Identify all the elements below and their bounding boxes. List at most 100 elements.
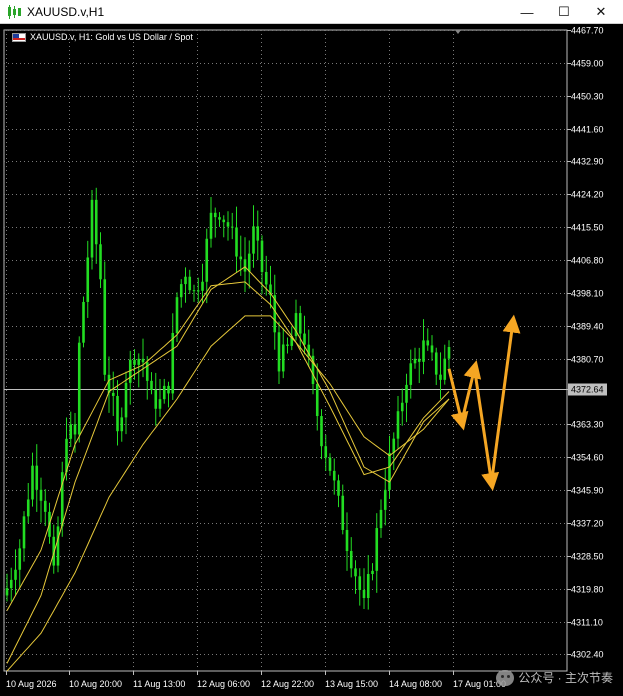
chart-label-text: XAUUSD.v, H1: Gold vs US Dollar / Spot	[30, 32, 193, 42]
x-tick-label: 10 Aug 20:00	[69, 679, 122, 689]
candle-body	[426, 340, 430, 346]
candle-body	[94, 199, 98, 245]
candle-body	[375, 528, 379, 571]
candle-body	[5, 588, 9, 596]
forecast-arrow	[473, 368, 500, 492]
candle-body	[315, 383, 319, 417]
candle-body	[116, 395, 119, 432]
y-tick-label: 4328.50	[571, 552, 604, 562]
y-tick-label: 4424.20	[571, 190, 604, 200]
y-tick-label: 4450.30	[571, 92, 604, 102]
y-tick-label: 4389.40	[571, 322, 604, 332]
candle-body	[167, 385, 170, 394]
window-title: XAUUSD.v,H1	[27, 5, 105, 19]
price-chart[interactable]: 4467.70 4459.00 4450.30 4441.60 4432.90 4424.…	[0, 25, 623, 696]
watermark-text: 公众号 · 主次节奏	[518, 671, 613, 685]
candle-body	[9, 579, 13, 589]
flag-icon	[12, 32, 26, 42]
candle-body	[141, 358, 145, 363]
candle-body	[209, 212, 213, 239]
candle-body	[150, 380, 153, 391]
candle-body	[243, 259, 247, 272]
candle-body	[26, 499, 30, 517]
candle-body	[69, 424, 73, 439]
candle-body	[332, 470, 336, 481]
candle-body	[366, 574, 370, 599]
candle-body	[388, 452, 391, 490]
candle-body	[205, 238, 209, 282]
candle-body	[39, 489, 43, 501]
y-tick-label: 4415.50	[571, 223, 604, 233]
candle-body	[430, 345, 434, 353]
chart-area[interactable]: 4467.70 4459.00 4450.30 4441.60 4432.90 4424.…	[0, 25, 623, 696]
candle-body	[256, 226, 260, 241]
candle-body	[443, 358, 447, 380]
candle-body	[400, 402, 404, 412]
candle-body	[14, 569, 17, 580]
candle-body	[111, 392, 115, 396]
candle-body	[137, 358, 141, 365]
candle-body	[337, 480, 340, 496]
y-tick-label: 4363.30	[571, 420, 604, 430]
candle-body	[192, 290, 196, 292]
y-tick-label: 4302.40	[571, 650, 604, 660]
candle-body	[82, 301, 85, 343]
candle-body	[99, 244, 102, 280]
candle-body	[86, 257, 90, 302]
candle-body	[124, 382, 128, 418]
candle-body	[90, 199, 94, 258]
x-tick-label: 14 Aug 08:00	[389, 679, 442, 689]
candle-body	[239, 256, 243, 260]
candle-body	[22, 516, 26, 549]
candle-body	[277, 332, 281, 372]
candle-body	[196, 290, 200, 292]
candle-body	[392, 438, 396, 453]
y-tick-label: 4398.10	[571, 289, 604, 299]
candle-body	[77, 342, 81, 435]
candle-body	[362, 589, 366, 599]
candle-body	[201, 281, 204, 291]
candle-body	[303, 333, 306, 345]
minimize-button[interactable]: —	[513, 3, 541, 21]
forecast-arrow	[460, 360, 482, 423]
candle-body	[226, 222, 230, 227]
candle-body	[286, 344, 289, 346]
moving-average-3	[6, 315, 450, 672]
candle-body	[56, 526, 60, 566]
candle-body	[341, 495, 345, 530]
candle-body	[281, 344, 285, 372]
close-button[interactable]: ✕	[587, 3, 615, 21]
candle-body	[371, 570, 374, 575]
y-tick-label: 4380.70	[571, 355, 604, 365]
candlestick-icon	[8, 5, 21, 19]
y-tick-label: 4354.60	[571, 453, 604, 463]
watermark: 公众号 · 主次节奏	[496, 669, 613, 686]
candle-body	[184, 276, 187, 285]
candle-body	[260, 240, 264, 272]
candle-body	[222, 219, 226, 223]
candle-body	[162, 385, 166, 400]
y-tick-label: 4467.70	[571, 26, 604, 36]
candle-body	[422, 340, 425, 362]
maximize-button[interactable]: ☐	[550, 3, 578, 21]
candle-body	[133, 359, 136, 365]
y-tick-label: 4432.90	[571, 157, 604, 167]
y-tick-label: 4337.20	[571, 519, 604, 529]
candle-body	[31, 465, 34, 500]
scroll-marker	[455, 30, 461, 34]
y-tick-label: 4311.10	[571, 618, 603, 628]
candle-body	[171, 332, 175, 394]
maximize-icon: ☐	[558, 4, 570, 19]
candle-body	[349, 551, 353, 569]
plot-frame	[3, 29, 568, 672]
x-tick-label: 12 Aug 06:00	[197, 679, 250, 689]
y-tick-label: 4406.80	[571, 256, 604, 266]
close-icon: ✕	[595, 4, 607, 19]
candle-body	[179, 284, 183, 298]
candle-body	[188, 276, 192, 291]
candle-body	[158, 399, 162, 409]
candle-body	[405, 384, 408, 403]
candle-body	[396, 411, 400, 439]
candle-body	[18, 548, 22, 570]
current-price-label: 4372.64	[571, 385, 604, 395]
